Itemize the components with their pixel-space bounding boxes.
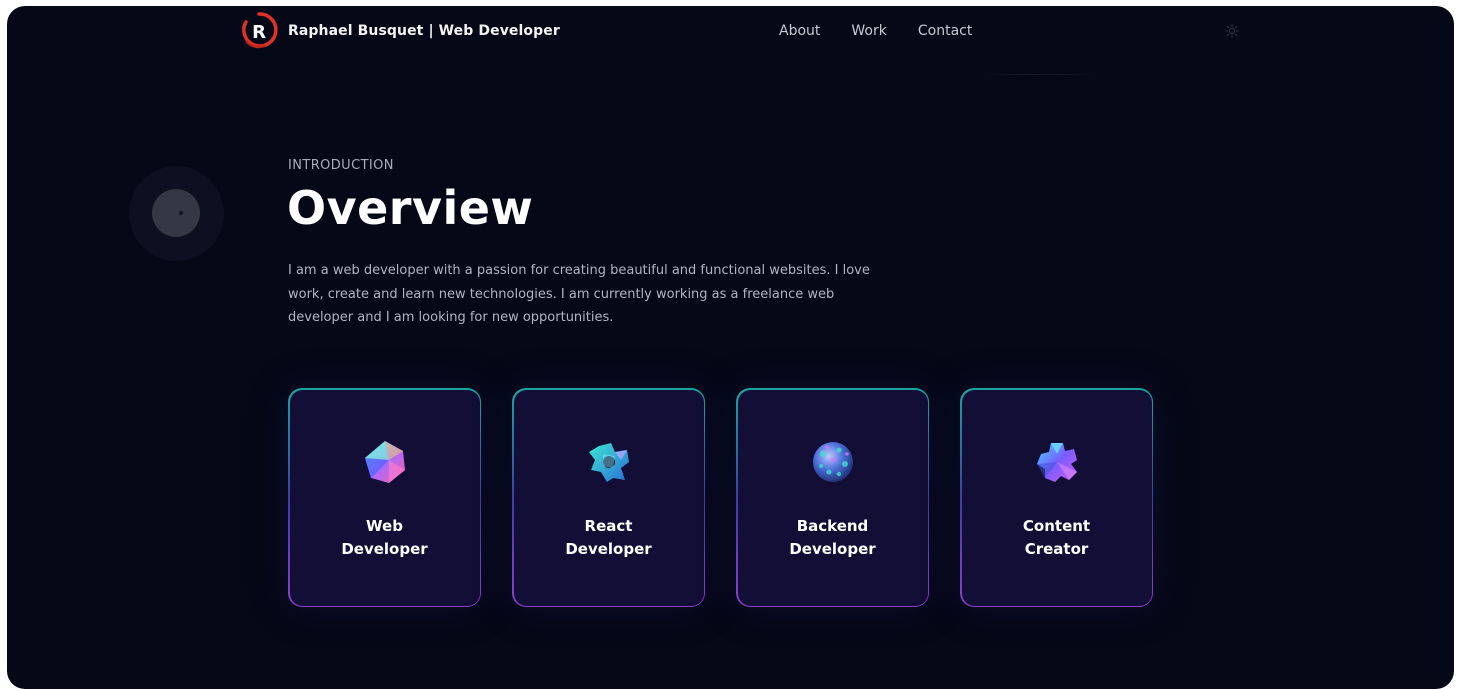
card-label: Web Developer bbox=[341, 516, 428, 558]
backend-developer-icon bbox=[812, 441, 853, 482]
card-label: Backend Developer bbox=[789, 516, 876, 558]
services-cards: Web Developer React Developer Backend De… bbox=[288, 388, 1153, 607]
web-developer-icon bbox=[364, 440, 405, 483]
card-body: React Developer bbox=[513, 389, 704, 606]
top-navbar: R Raphael Busquet | Web Developer About … bbox=[7, 6, 1454, 75]
card-label: React Developer bbox=[565, 516, 652, 558]
card-label: Content Creator bbox=[1022, 516, 1091, 558]
content-creator-icon bbox=[1036, 442, 1077, 482]
service-card-content-creator[interactable]: Content Creator bbox=[960, 388, 1153, 607]
section-title: Overview bbox=[287, 181, 534, 235]
service-card-web-developer[interactable]: Web Developer bbox=[288, 388, 481, 607]
app-window: R Raphael Busquet | Web Developer About … bbox=[7, 6, 1454, 689]
nav-link-contact[interactable]: Contact bbox=[918, 23, 972, 39]
logo-icon[interactable]: R bbox=[240, 11, 278, 51]
section-description: I am a web developer with a passion for … bbox=[288, 263, 870, 325]
logo-letter: R bbox=[252, 22, 266, 43]
brand-name[interactable]: Raphael Busquet | Web Developer bbox=[288, 23, 560, 39]
react-developer-icon bbox=[588, 442, 629, 482]
scroll-indicator-knob[interactable] bbox=[152, 189, 200, 237]
scroll-indicator-dot bbox=[179, 211, 183, 215]
nav-divider bbox=[982, 74, 1097, 75]
sun-icon[interactable] bbox=[1224, 23, 1240, 39]
service-card-backend-developer[interactable]: Backend Developer bbox=[736, 388, 929, 607]
section-eyebrow: INTRODUCTION bbox=[288, 158, 394, 173]
card-body: Backend Developer bbox=[737, 389, 928, 606]
nav-links: About Work Contact bbox=[779, 23, 972, 39]
service-card-react-developer[interactable]: React Developer bbox=[512, 388, 705, 607]
card-body: Content Creator bbox=[961, 389, 1152, 606]
card-body: Web Developer bbox=[289, 389, 480, 606]
nav-link-work[interactable]: Work bbox=[851, 23, 886, 39]
nav-link-about[interactable]: About bbox=[779, 23, 820, 39]
